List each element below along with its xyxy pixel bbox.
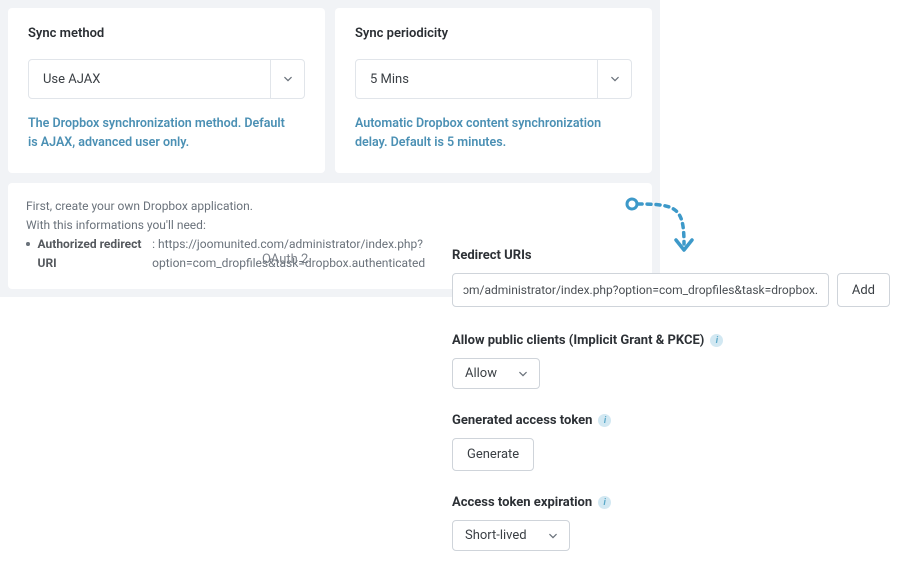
chevron-down-icon [519, 371, 527, 377]
chevron-down-icon [549, 533, 557, 539]
redirect-uris-label: Redirect URIs [452, 248, 890, 263]
sync-method-desc: The Dropbox synchronization method. Defa… [28, 115, 288, 153]
chevron-down-icon [270, 60, 304, 98]
cards-row: Sync method Use AJAX The Dropbox synchro… [8, 8, 652, 173]
sync-method-value: Use AJAX [43, 72, 100, 87]
generate-button[interactable]: Generate [452, 438, 534, 471]
sync-periodicity-card: Sync periodicity 5 Mins Automatic Dropbo… [335, 8, 652, 173]
info-icon: i [598, 496, 611, 509]
sync-method-select[interactable]: Use AJAX [28, 59, 305, 99]
add-button[interactable]: Add [837, 273, 890, 307]
uri-info-line1: First, create your own Dropbox applicati… [26, 197, 634, 216]
sync-method-title: Sync method [28, 26, 305, 41]
sync-periodicity-title: Sync periodicity [355, 26, 632, 41]
sync-method-card: Sync method Use AJAX The Dropbox synchro… [8, 8, 325, 173]
sync-periodicity-desc: Automatic Dropbox content synchronizatio… [355, 115, 615, 153]
public-clients-label-text: Allow public clients (Implicit Grant & P… [452, 333, 704, 348]
info-icon: i [598, 414, 611, 427]
oauth-form: Redirect URIs Add Allow public clients (… [452, 248, 890, 575]
access-token-label-text: Generated access token [452, 413, 592, 428]
uri-info-line2: With this informations you'll need: [26, 216, 634, 235]
oauth-section-title: OAuth 2 [262, 248, 452, 575]
sync-periodicity-select[interactable]: 5 Mins [355, 59, 632, 99]
public-clients-value: Allow [465, 366, 497, 381]
public-clients-select[interactable]: Allow [452, 358, 540, 389]
sync-periodicity-value: 5 Mins [370, 72, 409, 87]
redirect-uri-input[interactable] [452, 273, 829, 307]
access-token-group: Generated access token i Generate [452, 413, 890, 471]
expiration-label-text: Access token expiration [452, 495, 592, 510]
access-token-label: Generated access token i [452, 413, 890, 428]
expiration-label: Access token expiration i [452, 495, 890, 510]
expiration-value: Short-lived [465, 528, 527, 543]
redirect-uris-row: Add [452, 273, 890, 307]
uri-info-label: Authorized redirect URI [38, 235, 150, 273]
bullet-icon [26, 242, 30, 246]
redirect-uris-group: Redirect URIs Add [452, 248, 890, 307]
public-clients-group: Allow public clients (Implicit Grant & P… [452, 333, 890, 389]
oauth-section: OAuth 2 Redirect URIs Add Allow public c… [262, 248, 890, 575]
chevron-down-icon [597, 60, 631, 98]
info-icon: i [710, 334, 723, 347]
expiration-select[interactable]: Short-lived [452, 520, 570, 551]
public-clients-label: Allow public clients (Implicit Grant & P… [452, 333, 890, 348]
